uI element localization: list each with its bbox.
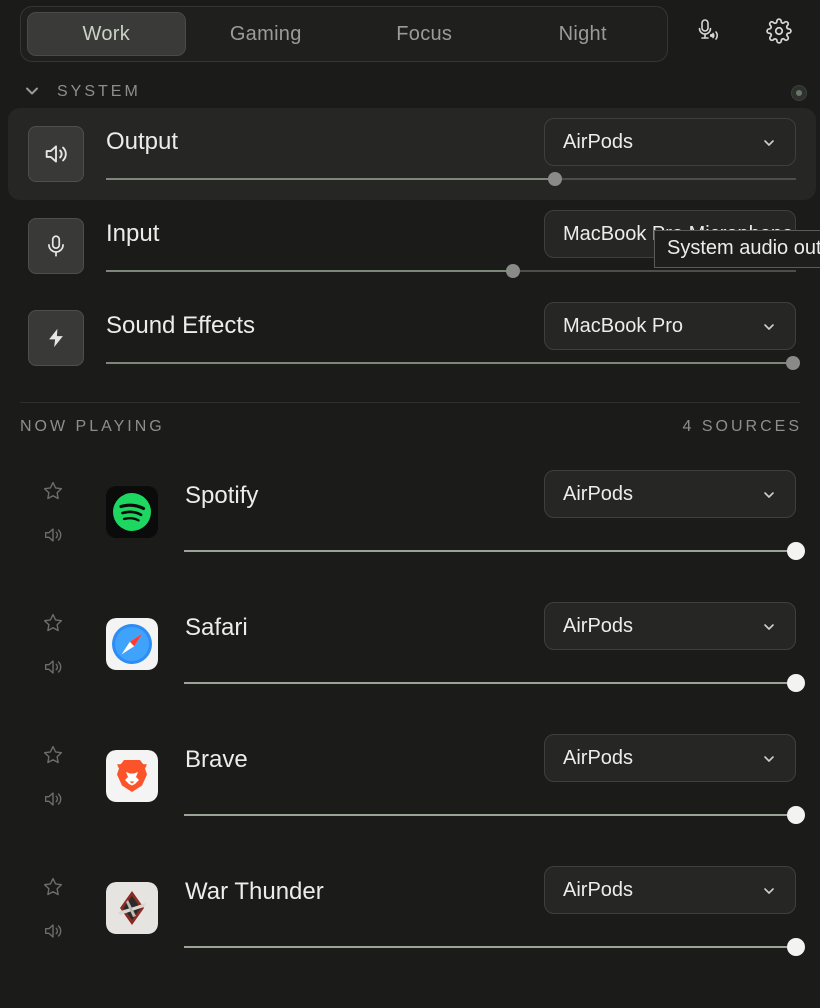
speaker-icon[interactable] bbox=[42, 524, 64, 551]
app-row-safari: Safari AirPods bbox=[0, 602, 820, 734]
speaker-icon[interactable] bbox=[42, 788, 64, 815]
brave-volume-slider[interactable] bbox=[184, 806, 805, 824]
output-device-value: AirPods bbox=[563, 130, 634, 153]
spotify-volume-slider[interactable] bbox=[184, 542, 805, 560]
app-row-spotify: Spotify AirPods bbox=[0, 470, 820, 602]
chevron-down-icon bbox=[764, 756, 774, 762]
gear-icon[interactable] bbox=[766, 18, 792, 44]
safari-volume-knob[interactable] bbox=[787, 674, 805, 692]
mic-broadcast-icon[interactable] bbox=[697, 18, 723, 44]
safari-icon bbox=[106, 618, 158, 670]
tab-work[interactable]: Work bbox=[27, 12, 186, 56]
sound-effects-volume-fill bbox=[106, 362, 793, 364]
input-volume-slider[interactable] bbox=[106, 264, 796, 278]
spotify-volume-fill bbox=[184, 550, 796, 552]
bolt-icon[interactable] bbox=[28, 310, 84, 366]
chevron-down-icon bbox=[764, 492, 774, 498]
app-row-war-thunder: War Thunder AirPods bbox=[0, 866, 820, 998]
spotify-device-select[interactable]: AirPods bbox=[544, 470, 796, 518]
star-icon[interactable] bbox=[42, 744, 64, 771]
output-row: Output AirPods bbox=[8, 108, 816, 200]
spotify-volume-knob[interactable] bbox=[787, 542, 805, 560]
spotify-icon bbox=[106, 486, 158, 538]
input-label: Input bbox=[106, 220, 160, 247]
sound-effects-volume-knob[interactable] bbox=[786, 356, 800, 370]
app-name: Spotify bbox=[185, 482, 259, 509]
sound-effects-device-select[interactable]: MacBook Pro bbox=[544, 302, 796, 350]
brave-volume-fill bbox=[184, 814, 796, 816]
sound-effects-volume-slider[interactable] bbox=[106, 356, 800, 370]
chevron-down-icon bbox=[764, 324, 774, 330]
tab-focus[interactable]: Focus bbox=[346, 12, 503, 56]
safari-volume-fill bbox=[184, 682, 796, 684]
microphone-icon[interactable] bbox=[28, 218, 84, 274]
sound-effects-device-value: MacBook Pro bbox=[563, 314, 684, 337]
star-icon[interactable] bbox=[42, 480, 64, 507]
output-label: Output bbox=[106, 128, 179, 155]
sound-effects-row: Sound Effects MacBook Pro bbox=[8, 292, 816, 384]
safari-device-select[interactable]: AirPods bbox=[544, 602, 796, 650]
chevron-down-icon bbox=[764, 624, 774, 630]
sound-effects-label: Sound Effects bbox=[106, 312, 255, 339]
brave-device-select[interactable]: AirPods bbox=[544, 734, 796, 782]
output-volume-knob[interactable] bbox=[547, 172, 562, 186]
war-thunder-volume-fill bbox=[184, 946, 796, 948]
collapse-chevron-icon[interactable] bbox=[25, 84, 39, 103]
speaker-icon[interactable] bbox=[42, 920, 64, 947]
output-volume-fill bbox=[106, 178, 555, 180]
star-icon[interactable] bbox=[42, 612, 64, 639]
output-volume-slider[interactable] bbox=[106, 172, 796, 186]
status-indicator bbox=[791, 85, 807, 101]
app-name: War Thunder bbox=[185, 878, 324, 905]
tab-gaming[interactable]: Gaming bbox=[188, 12, 345, 56]
brave-device-value: AirPods bbox=[563, 746, 634, 769]
profile-tabs: Work Gaming Focus Night bbox=[20, 6, 668, 62]
tooltip: System audio output bbox=[654, 230, 820, 268]
chevron-down-icon bbox=[764, 140, 774, 146]
output-device-select[interactable]: AirPods bbox=[544, 118, 796, 166]
war-thunder-device-value: AirPods bbox=[563, 878, 634, 901]
spotify-device-value: AirPods bbox=[563, 482, 634, 505]
war-thunder-icon bbox=[106, 882, 158, 934]
now-playing-heading: NOW PLAYING bbox=[20, 418, 165, 435]
safari-device-value: AirPods bbox=[563, 614, 634, 637]
war-thunder-device-select[interactable]: AirPods bbox=[544, 866, 796, 914]
brave-volume-knob[interactable] bbox=[787, 806, 805, 824]
safari-volume-slider[interactable] bbox=[184, 674, 805, 692]
speaker-icon[interactable] bbox=[28, 126, 84, 182]
app-name: Brave bbox=[185, 746, 248, 773]
system-heading: SYSTEM bbox=[57, 83, 141, 100]
section-divider bbox=[20, 402, 800, 403]
input-volume-knob[interactable] bbox=[506, 264, 521, 278]
source-count: 4 SOURCES bbox=[682, 418, 802, 435]
brave-icon bbox=[106, 750, 158, 802]
star-icon[interactable] bbox=[42, 876, 64, 903]
speaker-icon[interactable] bbox=[42, 656, 64, 683]
war-thunder-volume-knob[interactable] bbox=[787, 938, 805, 956]
chevron-down-icon bbox=[764, 888, 774, 894]
app-row-brave: Brave AirPods bbox=[0, 734, 820, 866]
tab-night[interactable]: Night bbox=[505, 12, 662, 56]
input-volume-fill bbox=[106, 270, 514, 272]
war-thunder-volume-slider[interactable] bbox=[184, 938, 805, 956]
app-name: Safari bbox=[185, 614, 248, 641]
